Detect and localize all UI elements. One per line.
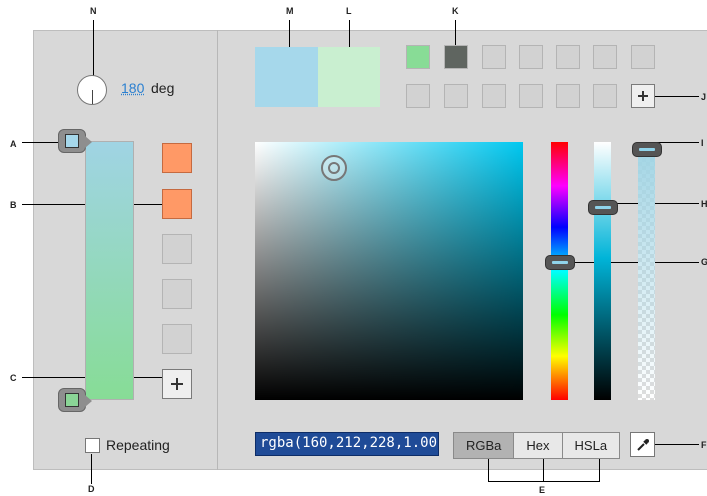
callout-line-h — [612, 203, 699, 204]
callout-line-k — [455, 20, 456, 45]
callout-line-j — [655, 96, 699, 97]
gradient-preset-swatch[interactable] — [162, 234, 192, 264]
gradient-stop-bottom[interactable] — [58, 388, 92, 412]
color-preset-swatch[interactable] — [519, 45, 543, 69]
add-gradient-preset-button[interactable] — [162, 369, 192, 399]
picker-cursor[interactable] — [321, 155, 347, 181]
gradient-stop-top-swatch — [65, 134, 79, 148]
color-preset-swatch[interactable] — [556, 84, 580, 108]
plus-icon — [638, 91, 648, 101]
picker-cursor-ring — [328, 162, 340, 174]
callout-b: B — [10, 200, 17, 210]
callout-a: A — [10, 139, 17, 149]
panel-divider — [217, 30, 218, 470]
color-preset-swatch[interactable] — [593, 84, 617, 108]
mode-hex-button[interactable]: Hex — [513, 432, 563, 459]
color-preset-swatch[interactable] — [556, 45, 580, 69]
callout-m: M — [286, 6, 294, 16]
color-preset-swatch[interactable] — [406, 45, 430, 69]
callout-j: J — [701, 92, 707, 102]
color-value-input[interactable]: rgba(160,212,228,1.00) — [255, 432, 439, 456]
brightness-slider[interactable] — [594, 142, 611, 400]
callout-k: K — [452, 6, 459, 16]
callout-line-g — [566, 262, 699, 263]
callout-line-m — [289, 20, 290, 47]
new-color-preview — [318, 47, 380, 107]
brightness-slider-thumb[interactable] — [588, 200, 618, 216]
brightness-thumb-grip — [595, 206, 611, 210]
callout-line-d — [91, 454, 92, 484]
mode-hsla-button[interactable]: HSLa — [561, 432, 621, 459]
eyedropper-button[interactable] — [630, 432, 655, 457]
callout-h: H — [701, 199, 707, 209]
alpha-gradient-overlay — [638, 142, 655, 400]
hue-thumb-grip — [552, 260, 568, 264]
angle-unit: deg — [151, 80, 175, 96]
hue-slider-thumb[interactable] — [545, 254, 575, 270]
color-preset-swatch[interactable] — [631, 45, 655, 69]
callout-l: L — [346, 6, 352, 16]
callout-line-l — [349, 20, 350, 47]
alpha-slider[interactable] — [638, 142, 655, 400]
callout-f: F — [701, 440, 707, 450]
gradient-stop-bottom-swatch — [65, 393, 79, 407]
callout-c: C — [10, 373, 17, 383]
eyedropper-icon — [636, 438, 649, 451]
color-preset-swatch[interactable] — [593, 45, 617, 69]
color-preset-swatch[interactable] — [444, 84, 468, 108]
mode-rgba-button[interactable]: RGBa — [453, 432, 515, 459]
gradient-stop-pointer-icon — [85, 395, 92, 407]
plus-icon — [171, 378, 183, 390]
callout-line-e2 — [543, 459, 544, 481]
hue-slider[interactable] — [551, 142, 568, 400]
callout-line-f — [655, 444, 699, 445]
callout-e: E — [539, 485, 546, 495]
gradient-preset-swatch[interactable] — [162, 143, 192, 173]
callout-d: D — [88, 484, 95, 494]
gradient-preset-swatch[interactable] — [162, 189, 192, 219]
angle-dial-indicator — [92, 90, 93, 104]
color-mode-group: RGBa Hex HSLa — [453, 432, 621, 459]
callout-line-i — [655, 142, 699, 143]
color-preset-swatch[interactable] — [482, 84, 506, 108]
color-preset-swatch[interactable] — [482, 45, 506, 69]
callout-g: G — [701, 257, 707, 267]
repeating-label: Repeating — [106, 437, 170, 453]
saturation-value-picker[interactable] — [255, 142, 523, 400]
original-color-preview[interactable] — [255, 47, 318, 107]
color-preset-swatch[interactable] — [519, 84, 543, 108]
color-preset-swatch[interactable] — [406, 84, 430, 108]
callout-line-e3 — [599, 459, 600, 481]
gradient-stop-pointer-icon — [85, 136, 92, 148]
color-preset-swatch[interactable] — [444, 45, 468, 69]
callout-i: I — [701, 138, 704, 148]
callout-line-e1 — [488, 459, 489, 481]
add-color-preset-button[interactable] — [631, 84, 655, 108]
gradient-stop-top[interactable] — [58, 129, 92, 153]
repeating-checkbox[interactable] — [85, 438, 100, 453]
gradient-preset-swatch[interactable] — [162, 324, 192, 354]
angle-value[interactable]: 180 — [121, 80, 144, 96]
alpha-slider-thumb[interactable] — [632, 142, 662, 157]
gradient-preview-bar — [85, 141, 134, 400]
gradient-preset-swatch[interactable] — [162, 279, 192, 309]
callout-line-a — [22, 142, 58, 143]
alpha-thumb-grip — [639, 148, 655, 151]
callout-line-e-bar — [488, 481, 600, 482]
callout-n: N — [90, 6, 97, 16]
